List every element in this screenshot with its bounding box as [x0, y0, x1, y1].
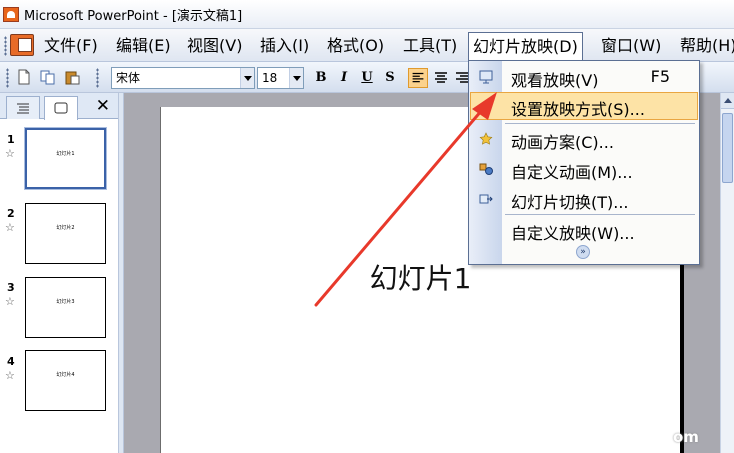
- menu-item-label: 幻灯片切换(T)...: [511, 193, 629, 212]
- font-name-select[interactable]: 宋体: [111, 67, 255, 89]
- document-icon[interactable]: [10, 34, 34, 56]
- slides-icon: [54, 102, 68, 114]
- thumbnail-title: 幻灯片3: [56, 299, 75, 305]
- chevron-down-icon[interactable]: [240, 68, 254, 88]
- align-left-icon[interactable]: [408, 68, 428, 88]
- slide-number: 3: [7, 281, 15, 294]
- slide-thumbnail-3[interactable]: 幻灯片3: [25, 277, 106, 338]
- transition-star-icon: ☆: [5, 147, 15, 160]
- tab-slides[interactable]: [44, 96, 78, 120]
- slide-transition-icon: [479, 194, 493, 204]
- title-bar: Microsoft PowerPoint - [演示文稿1]: [0, 0, 734, 29]
- slide-thumbnail-4[interactable]: 幻灯片4: [25, 350, 106, 411]
- scroll-up-icon[interactable]: [721, 93, 734, 109]
- menu-item-custom-shows[interactable]: 自定义放映(W)...: [470, 216, 698, 244]
- expand-menu-icon[interactable]: »: [576, 245, 590, 259]
- slides-pane: ✕ 1 ☆ 幻灯片1 2 ☆ 幻灯片2 3 ☆ 幻灯片3 4 ☆ 幻灯片4: [0, 93, 118, 453]
- watermark-text: om: [673, 428, 699, 446]
- transition-star-icon: ☆: [5, 221, 15, 234]
- menu-slide-show[interactable]: 幻灯片放映(D): [468, 32, 583, 61]
- slide-show-menu: 观看放映(V) F5 设置放映方式(S)... 动画方案(C)... 自定义动画…: [468, 60, 700, 265]
- copy-icon[interactable]: [40, 69, 56, 85]
- new-document-icon[interactable]: [16, 69, 32, 85]
- powerpoint-app-icon[interactable]: [3, 6, 19, 22]
- slide-number: 1: [7, 133, 15, 146]
- menu-view[interactable]: 视图(V): [183, 33, 246, 59]
- thumbnail-title: 幻灯片2: [56, 225, 75, 231]
- scroll-thumb[interactable]: [722, 113, 733, 183]
- font-name-value: 宋体: [116, 71, 141, 85]
- menu-item-slide-transition[interactable]: 幻灯片切换(T)...: [470, 185, 698, 213]
- menu-item-custom-animation[interactable]: 自定义动画(M)...: [470, 155, 698, 183]
- menu-item-label: 自定义动画(M)...: [511, 163, 633, 182]
- slide-thumbnail-2[interactable]: 幻灯片2: [25, 203, 106, 264]
- menu-window[interactable]: 窗口(W): [597, 33, 665, 59]
- tab-outline[interactable]: [6, 96, 40, 119]
- vertical-scrollbar[interactable]: [720, 93, 734, 453]
- thumbnail-title: 幻灯片1: [56, 151, 75, 157]
- menu-insert[interactable]: 插入(I): [256, 33, 313, 59]
- menu-item-label: 自定义放映(W)...: [511, 224, 635, 243]
- menu-item-label: 设置放映方式(S)...: [511, 100, 645, 119]
- menu-bar: 文件(F) 编辑(E) 视图(V) 插入(I) 格式(O) 工具(T) 幻灯片放…: [0, 29, 734, 62]
- menu-tools[interactable]: 工具(T): [399, 33, 461, 59]
- menu-item-label: 动画方案(C)...: [511, 133, 614, 152]
- menu-file[interactable]: 文件(F): [40, 33, 102, 59]
- italic-button[interactable]: I: [334, 68, 354, 88]
- toolbar-grip-2[interactable]: [96, 68, 99, 88]
- transition-star-icon: ☆: [5, 369, 15, 382]
- window-title: Microsoft PowerPoint - [演示文稿1]: [24, 8, 243, 24]
- menu-item-animation-schemes[interactable]: 动画方案(C)...: [470, 125, 698, 153]
- pane-tabs: ✕: [0, 93, 118, 120]
- close-icon[interactable]: ✕: [96, 95, 110, 117]
- view-show-icon: [479, 70, 493, 84]
- menu-item-label: 观看放映(V): [511, 71, 599, 90]
- slide-number: 2: [7, 207, 15, 220]
- menu-separator: [505, 123, 695, 124]
- slide-number: 4: [7, 355, 15, 368]
- slide-thumbnail-1[interactable]: 幻灯片1: [25, 128, 106, 189]
- bold-button[interactable]: B: [311, 68, 331, 88]
- custom-animation-icon: [479, 163, 493, 175]
- font-size-value: 18: [262, 71, 278, 85]
- thumbnail-title: 幻灯片4: [56, 372, 75, 378]
- menu-item-view-show[interactable]: 观看放映(V) F5: [470, 63, 698, 91]
- transition-star-icon: ☆: [5, 295, 15, 308]
- underline-button[interactable]: U: [357, 68, 377, 88]
- menu-item-shortcut: F5: [650, 67, 670, 86]
- shadow-button[interactable]: S: [380, 68, 400, 88]
- chevron-down-icon[interactable]: [289, 68, 303, 88]
- menu-help[interactable]: 帮助(H): [676, 33, 734, 59]
- menu-item-set-up-show[interactable]: 设置放映方式(S)...: [470, 92, 698, 120]
- align-center-icon[interactable]: [431, 68, 451, 88]
- paste-icon[interactable]: [64, 69, 80, 85]
- animation-scheme-icon: [479, 132, 493, 145]
- menu-format[interactable]: 格式(O): [323, 33, 388, 59]
- font-size-select[interactable]: 18: [257, 67, 304, 89]
- menu-edit[interactable]: 编辑(E): [112, 33, 175, 59]
- menu-separator: [505, 214, 695, 215]
- menu-bar-grip[interactable]: [4, 36, 7, 56]
- toolbar-grip[interactable]: [6, 68, 9, 88]
- outline-icon: [17, 103, 29, 114]
